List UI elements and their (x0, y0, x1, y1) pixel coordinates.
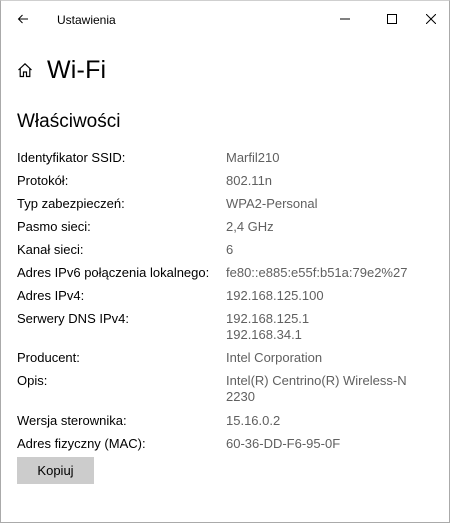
copy-button[interactable]: Kopiuj (17, 457, 94, 484)
back-arrow-icon (17, 14, 28, 24)
page-header: Wi-Fi (17, 53, 106, 87)
property-label: Protokół: (17, 173, 69, 188)
title-bar: Ustawienia (1, 1, 449, 37)
property-label: Identyfikator SSID: (17, 150, 126, 165)
maximize-icon (387, 14, 397, 24)
property-value: 192.168.125.1 192.168.34.1 (226, 311, 310, 342)
close-button[interactable] (409, 3, 449, 35)
property-label: Kanał sieci: (17, 242, 84, 257)
section-title: Właściwości (17, 111, 121, 132)
property-label: Adres fizyczny (MAC): (17, 436, 146, 451)
property-label: Adres IPv4: (17, 288, 85, 303)
property-value: 15.16.0.2 (226, 413, 281, 428)
home-icon[interactable] (17, 61, 35, 79)
property-label: Opis: (17, 373, 48, 388)
maximize-button[interactable] (370, 3, 414, 35)
window-title: Ustawienia (57, 13, 116, 27)
minimize-button[interactable] (323, 3, 367, 35)
property-value: 6 (226, 242, 234, 257)
close-icon (426, 14, 436, 24)
property-value: 2,4 GHz (226, 219, 274, 234)
property-value: 60-36-DD-F6-95-0F (226, 436, 341, 451)
page-title: Wi-Fi (47, 55, 107, 84)
property-label: Producent: (17, 350, 80, 365)
back-button[interactable] (3, 3, 43, 35)
property-value: fe80::e885:e55f:b51a:79e2%27 (226, 265, 408, 280)
settings-window: Ustawienia Wi-Fi Właściwości Identyfikat… (0, 0, 450, 523)
property-label: Pasmo sieci: (17, 219, 91, 234)
property-value: Marfil210 (226, 150, 280, 165)
property-value: 802.11n (226, 173, 273, 188)
property-label: Wersja sterownika: (17, 413, 127, 428)
minimize-icon (340, 18, 350, 20)
property-value: Intel(R) Centrino(R) Wireless-N 2230 (226, 373, 407, 404)
property-value: 192.168.125.100 (226, 288, 324, 303)
property-value: WPA2-Personal (226, 196, 318, 211)
property-label: Adres IPv6 połączenia lokalnego: (17, 265, 210, 280)
property-value: Intel Corporation (226, 350, 323, 365)
property-label: Serwery DNS IPv4: (17, 311, 129, 326)
property-label: Typ zabezpieczeń: (17, 196, 125, 211)
